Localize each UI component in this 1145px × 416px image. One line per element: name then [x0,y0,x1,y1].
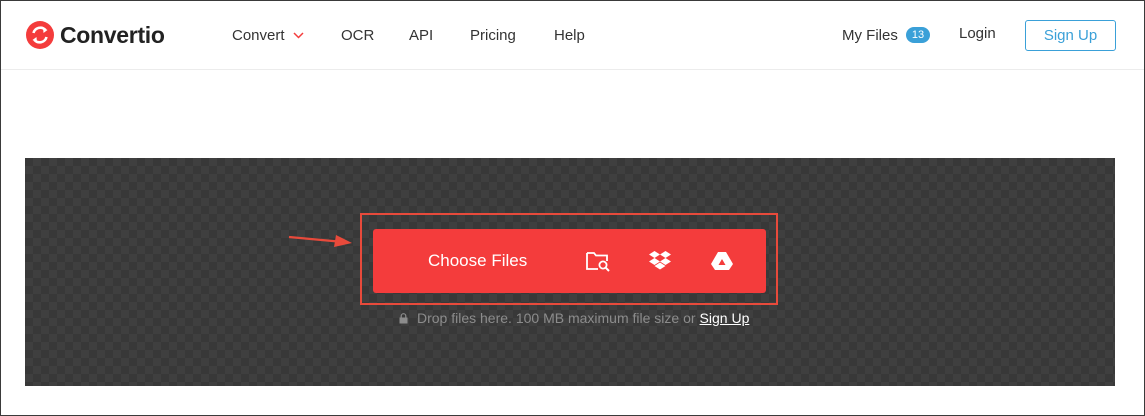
annotation-arrow-icon [288,235,352,247]
my-files-label: My Files [842,26,898,44]
lock-icon [399,312,408,323]
choose-files-button[interactable]: Choose Files [373,229,766,293]
convertio-logo-icon [26,21,54,49]
nav-api-label: API [409,26,434,44]
logo[interactable]: Convertio [26,21,165,49]
file-count-badge: 13 [905,27,931,43]
nav-api[interactable]: API [409,25,433,45]
drop-hint: Drop files here. 100 MB maximum file siz… [399,310,749,326]
brand-name: Convertio [60,21,165,48]
nav-pricing-label: Pricing [470,26,516,44]
nav-ocr[interactable]: OCR [341,25,374,45]
signup-link[interactable]: Sign Up [700,310,750,326]
nav-pricing[interactable]: Pricing [470,25,516,45]
google-drive-icon[interactable] [709,249,735,273]
nav-convert-label: Convert [232,26,285,44]
drop-hint-text: Drop files here. 100 MB maximum file siz… [417,310,696,326]
chevron-down-icon [293,31,304,39]
nav-convert[interactable]: Convert [232,25,304,45]
signup-button[interactable]: Sign Up [1025,20,1116,51]
top-header: Convertio Convert OCR API Pricing Help M… [1,1,1144,70]
my-files-link[interactable]: My Files 13 [842,25,931,45]
folder-search-icon[interactable] [585,249,611,273]
choose-files-label: Choose Files [428,251,528,270]
nav-help[interactable]: Help [554,25,585,45]
login-link[interactable]: Login [959,25,996,45]
nav-ocr-label: OCR [341,26,375,44]
dropbox-icon[interactable] [647,249,673,273]
nav-help-label: Help [554,26,585,44]
